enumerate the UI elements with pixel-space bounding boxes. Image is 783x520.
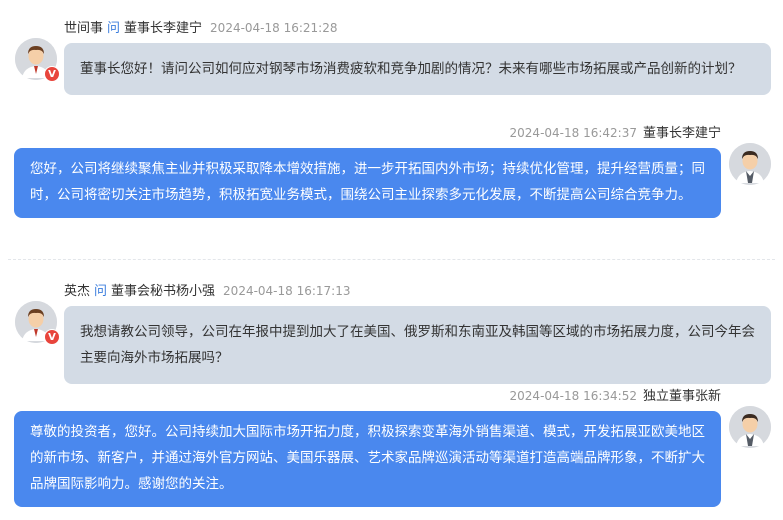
asker-name[interactable]: 世间事 <box>64 21 103 36</box>
answer-header: 2024-04-18 16:42:37 董事长李建宁 <box>510 124 721 143</box>
answer-bubble: 您好，公司将继续聚焦主业并积极采取降本增效措施，进一步开拓国内外市场；持续优化管… <box>14 148 721 218</box>
verified-badge-icon: V <box>44 66 60 82</box>
question-time: 2024-04-18 16:21:28 <box>210 21 338 35</box>
responder-avatar-icon <box>729 143 771 185</box>
question-bubble: 董事长您好！请问公司如何应对钢琴市场消费疲软和竞争加剧的情况？未来有哪些市场拓展… <box>64 43 771 95</box>
ask-label: 问 <box>94 284 108 299</box>
answer-header: 2024-04-18 16:34:52 独立董事张新 <box>510 387 721 406</box>
responder-avatar-icon <box>729 406 771 448</box>
answer-time: 2024-04-18 16:42:37 <box>509 126 637 140</box>
asker-avatar[interactable]: V <box>15 38 60 82</box>
asker-avatar[interactable]: V <box>15 301 60 345</box>
question-header: 英杰问董事会秘书杨小强 2024-04-18 16:17:13 <box>64 282 351 301</box>
asker-name[interactable]: 英杰 <box>64 284 90 299</box>
answer-time: 2024-04-18 16:34:52 <box>509 389 637 403</box>
ask-label: 问 <box>107 21 121 36</box>
responder-name[interactable]: 独立董事张新 <box>643 389 721 404</box>
responder-avatar[interactable] <box>729 143 771 185</box>
verified-badge-icon: V <box>44 329 60 345</box>
question-time: 2024-04-18 16:17:13 <box>223 284 351 298</box>
question-header: 世间事问董事长李建宁 2024-04-18 16:21:28 <box>64 19 338 38</box>
question-bubble: 我想请教公司领导，公司在年报中提到加大了在美国、俄罗斯和东南亚及韩国等区域的市场… <box>64 306 771 384</box>
responder-name[interactable]: 董事长李建宁 <box>643 126 721 141</box>
question-target[interactable]: 董事会秘书杨小强 <box>111 284 215 299</box>
answer-bubble: 尊敬的投资者，您好。公司持续加大国际市场开拓力度，积极探索变革海外销售渠道、模式… <box>14 411 721 507</box>
question-target[interactable]: 董事长李建宁 <box>124 21 202 36</box>
responder-avatar[interactable] <box>729 406 771 448</box>
thread-divider <box>8 259 775 260</box>
